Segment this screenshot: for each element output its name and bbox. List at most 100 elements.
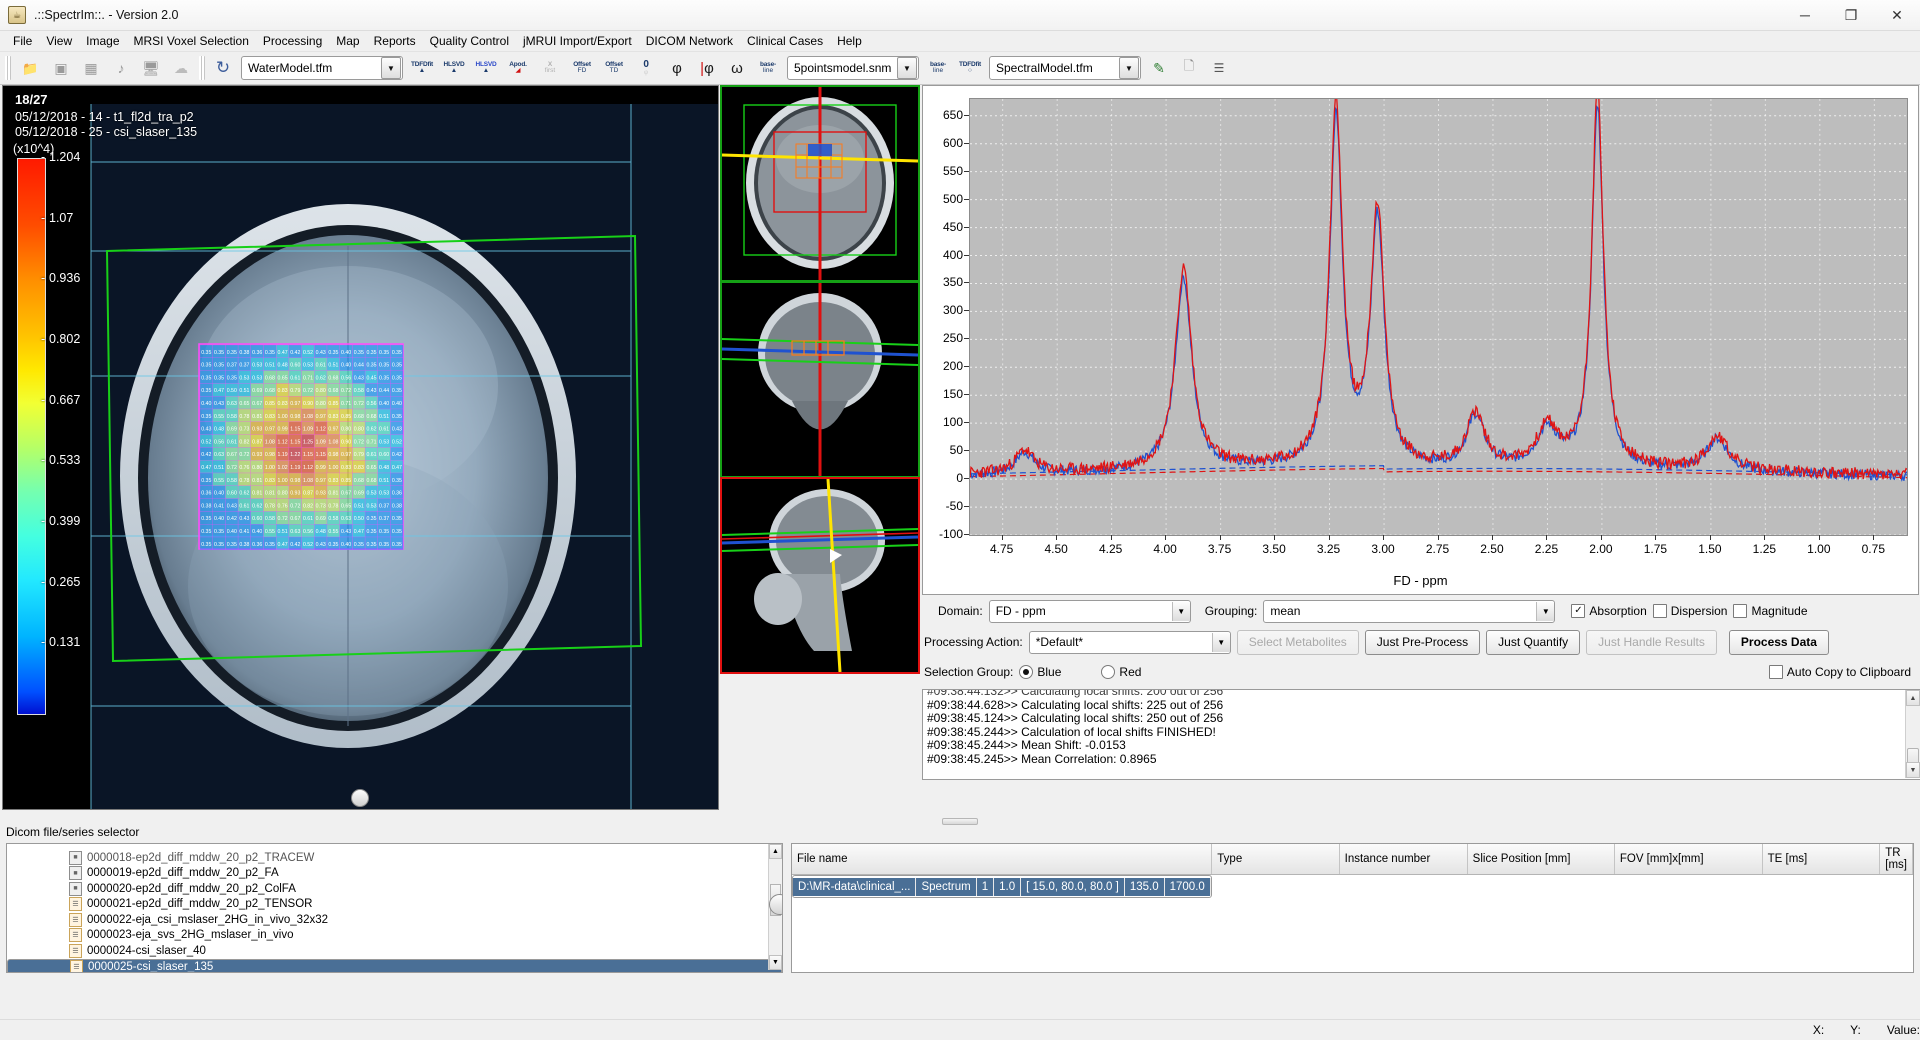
hlsvd-alt-button[interactable]: HLSVD ▲ <box>470 54 502 82</box>
phase1-button[interactable]: |φ <box>692 54 722 82</box>
blue-radio-mark[interactable] <box>1019 665 1034 679</box>
red-radio-mark[interactable] <box>1101 665 1116 679</box>
ear-anonymize-icon[interactable]: ♪ <box>106 54 136 82</box>
chevron-down-icon-processing[interactable]: ▼ <box>1211 632 1230 652</box>
col-type[interactable]: Type <box>1211 844 1340 875</box>
col-instance-number[interactable]: Instance number <box>1339 844 1468 875</box>
auto-copy-box[interactable] <box>1768 665 1783 679</box>
magnitude-box[interactable] <box>1733 604 1748 618</box>
tdfdfit-button[interactable]: TDFDfit ▲ <box>406 54 438 82</box>
omega-button[interactable]: ω <box>722 54 752 82</box>
spectral-model-combo[interactable]: SpectralModel.tfm ▼ <box>989 56 1141 80</box>
menu-item-jmrui-import-export[interactable]: jMRUI Import/Export <box>516 32 639 50</box>
absorption-checkbox[interactable]: ✓ Absorption <box>1571 604 1647 618</box>
zero-order-button[interactable]: 0 φ <box>630 54 662 82</box>
selection-group-red-radio[interactable]: Red <box>1101 665 1141 679</box>
phase0-button[interactable]: φ <box>662 54 692 82</box>
col-fov[interactable]: FOV [mm]x[mm] <box>1614 844 1763 875</box>
chevron-down-icon-2[interactable]: ▼ <box>897 57 917 79</box>
tdfdfit-quantify-button[interactable]: TDFDfit ○ <box>954 54 986 82</box>
scroll-down-icon[interactable]: ▼ <box>769 955 782 970</box>
baseline-post-button[interactable]: base- line <box>922 54 954 82</box>
minimize-button[interactable]: ─ <box>1782 0 1828 30</box>
col-file-name[interactable]: File name <box>792 844 1213 875</box>
chevron-down-icon-grouping[interactable]: ▼ <box>1536 601 1555 621</box>
chevron-down-icon-domain[interactable]: ▼ <box>1171 601 1190 621</box>
spectrum-plot-area[interactable] <box>969 98 1908 536</box>
axial-image-viewer[interactable]: 0.35 0.35 0.35 0.38 0.36 0.35 0.47 0.42 0.52 0.43… <box>2 85 719 810</box>
menu-item-clinical-cases[interactable]: Clinical Cases <box>740 32 830 50</box>
dicom-file-list[interactable]: ■ 0000018-ep2d_diff_mddw_20_p2_TRACEW ■ … <box>6 843 783 973</box>
menu-item-map[interactable]: Map <box>329 32 366 50</box>
selection-group-blue-radio[interactable]: Blue <box>1019 665 1061 679</box>
dispersion-checkbox[interactable]: Dispersion <box>1652 604 1727 618</box>
menu-item-reports[interactable]: Reports <box>367 32 423 50</box>
dispersion-box[interactable] <box>1652 604 1667 618</box>
hlsvd-button[interactable]: HLSVD ▲ <box>438 54 470 82</box>
maximize-button[interactable]: ❐ <box>1828 0 1874 30</box>
refresh-model-icon[interactable]: ↻ <box>208 54 238 82</box>
list-item[interactable]: ☰ 0000021-ep2d_diff_mddw_20_p2_TENSOR <box>7 897 782 913</box>
toolbar-grip-2[interactable] <box>199 56 205 80</box>
process-data-button[interactable]: Process Data <box>1728 629 1829 655</box>
console-scrollbar[interactable]: ▲ ▼ <box>1905 690 1920 778</box>
offset-td-button[interactable]: Offset TD <box>598 54 630 82</box>
spectrum-plot[interactable]: 650 600 550 500 450 400 350 300 250 200 150 100 50 0-… <box>922 85 1919 595</box>
auto-copy-checkbox[interactable]: Auto Copy to Clipboard <box>1768 665 1911 679</box>
baseline-button[interactable]: base- line <box>752 54 784 82</box>
col-te[interactable]: TE [ms] <box>1762 844 1881 875</box>
send-to-network-icon[interactable]: ☁ <box>166 54 196 82</box>
series-compare-icon[interactable]: ▦ <box>76 54 106 82</box>
table-row[interactable]: D:\MR-data\clinical_... Spectrum 1 1.0 [… <box>792 875 1212 898</box>
list-item[interactable]: ☰ 0000023-eja_svs_2HG_mslaser_in_vivo <box>7 928 782 944</box>
starting-values-combo[interactable]: 5pointsmodel.snm ▼ <box>787 56 919 80</box>
sagittal-localizer-view[interactable] <box>720 477 920 674</box>
domain-select[interactable]: FD - ppm ▼ <box>988 599 1191 623</box>
processing-action-select[interactable]: *Default* ▼ <box>1028 630 1231 654</box>
water-model-combo[interactable]: WaterModel.tfm ▼ <box>241 56 403 80</box>
list-item-selected[interactable]: ☰ 0000025-csi_slaser_135 <box>7 958 782 972</box>
scroll-up-icon[interactable]: ▲ <box>1906 690 1920 706</box>
list-item[interactable]: ■ 0000019-ep2d_diff_mddw_20_p2_FA <box>7 866 782 882</box>
slice-scroll-handle[interactable] <box>351 789 369 807</box>
just-pre-process-button[interactable]: Just Pre-Process <box>1364 629 1481 655</box>
dicom-details-table[interactable]: File name Type Instance number Slice Pos… <box>791 843 1914 973</box>
chevron-down-icon[interactable]: ▼ <box>381 57 401 79</box>
close-button[interactable]: ✕ <box>1874 0 1920 30</box>
toolbar-grip[interactable] <box>5 56 11 80</box>
coronal-localizer-view[interactable] <box>720 281 920 478</box>
scroll-down-icon[interactable]: ▼ <box>1906 762 1920 778</box>
menu-item-mrsi-voxel-selection[interactable]: MRSI Voxel Selection <box>127 32 256 50</box>
just-quantify-button[interactable]: Just Quantify <box>1486 629 1581 655</box>
axial-localizer-view[interactable] <box>720 85 920 282</box>
model-settings-icon[interactable]: ☰ <box>1204 54 1234 82</box>
log-console[interactable]: #09:38:44.132>> Calculating local shifts… <box>922 689 1920 780</box>
apodization-button[interactable]: Apod. ◢ <box>502 54 534 82</box>
panel-split-grip[interactable] <box>942 818 978 825</box>
list-item[interactable]: ■ 0000018-ep2d_diff_mddw_20_p2_TRACEW <box>7 850 782 866</box>
load-dicom-folder-icon[interactable]: 📁 <box>14 54 46 82</box>
col-slice-position[interactable]: Slice Position [mm] <box>1467 844 1615 875</box>
copy-model-icon[interactable]: 🗋 <box>1174 54 1204 82</box>
menu-item-help[interactable]: Help <box>830 32 869 50</box>
menu-item-dicom-network[interactable]: DICOM Network <box>639 32 740 50</box>
magnitude-checkbox[interactable]: Magnitude <box>1733 604 1808 618</box>
menu-item-view[interactable]: View <box>39 32 79 50</box>
list-resize-handle[interactable] <box>769 894 782 915</box>
two-panel-view-icon[interactable]: ▣ <box>46 54 76 82</box>
menu-item-image[interactable]: Image <box>79 32 126 50</box>
col-tr[interactable]: TR [ms] <box>1879 844 1913 875</box>
menu-item-file[interactable]: File <box>6 32 39 50</box>
grouping-select[interactable]: mean ▼ <box>1263 599 1556 623</box>
list-item[interactable]: ■ 0000020-ep2d_diff_mddw_20_p2_ColFA <box>7 881 782 897</box>
absorption-box[interactable]: ✓ <box>1571 604 1586 618</box>
edit-model-icon[interactable]: ✎ <box>1144 54 1174 82</box>
offset-fd-button[interactable]: Offset FD <box>566 54 598 82</box>
chevron-down-icon-3[interactable]: ▼ <box>1119 57 1139 79</box>
menu-item-quality-control[interactable]: Quality Control <box>423 32 516 50</box>
menu-item-processing[interactable]: Processing <box>256 32 329 50</box>
list-item[interactable]: ☰ 0000022-eja_csi_mslaser_2HG_in_vivo_32… <box>7 912 782 928</box>
export-to-pc-icon[interactable]: 🖥 <box>136 54 166 82</box>
list-item[interactable]: ☰ 0000024-csi_slaser_40 <box>7 943 782 959</box>
scroll-up-icon[interactable]: ▲ <box>769 844 782 859</box>
